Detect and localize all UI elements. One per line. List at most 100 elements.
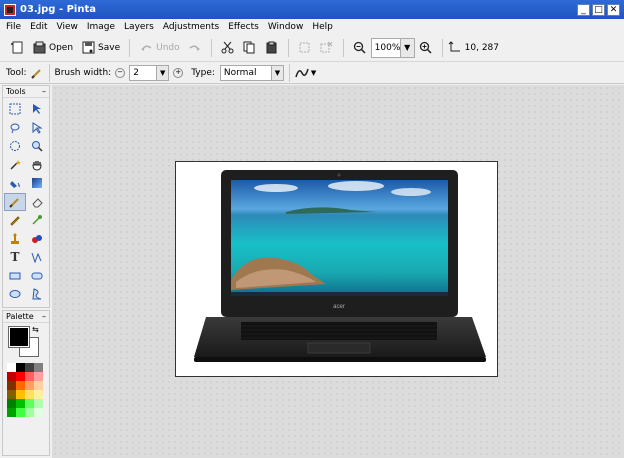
palette-swatch[interactable] bbox=[25, 390, 34, 399]
menu-view[interactable]: View bbox=[57, 22, 78, 32]
palette-swatch[interactable] bbox=[7, 390, 16, 399]
redo-icon bbox=[188, 41, 202, 55]
text-tool[interactable]: T bbox=[4, 248, 26, 267]
paste-button[interactable] bbox=[261, 37, 283, 59]
clone-stamp-tool[interactable] bbox=[4, 230, 26, 249]
freeform-shape-tool[interactable] bbox=[26, 285, 48, 304]
swap-colors-icon[interactable]: ⇆ bbox=[32, 325, 39, 334]
brush-width-input[interactable]: 2 bbox=[129, 64, 158, 81]
zoom-in-icon bbox=[419, 41, 433, 55]
deselect-button[interactable] bbox=[316, 37, 338, 59]
palette-swatch[interactable] bbox=[16, 363, 25, 372]
pan-tool[interactable] bbox=[26, 156, 48, 175]
rectangle-tool[interactable] bbox=[4, 267, 26, 286]
zoom-dropdown-button[interactable]: ▼ bbox=[400, 37, 415, 58]
brush-type-dropdown[interactable]: ▼ bbox=[271, 64, 284, 81]
ellipse-tool[interactable] bbox=[4, 285, 26, 304]
move-selection-tool[interactable] bbox=[26, 119, 48, 138]
recolor-tool[interactable] bbox=[26, 230, 48, 249]
palette-swatch[interactable] bbox=[7, 381, 16, 390]
eraser-icon bbox=[32, 198, 43, 208]
undo-label: Undo bbox=[156, 42, 180, 53]
copy-button[interactable] bbox=[239, 37, 261, 59]
palette-panel: Palette – ⇆ bbox=[2, 310, 50, 456]
cut-button[interactable] bbox=[217, 37, 239, 59]
primary-color-swatch[interactable] bbox=[8, 326, 30, 348]
menu-effects[interactable]: Effects bbox=[228, 22, 259, 32]
palette-swatch[interactable] bbox=[16, 381, 25, 390]
move-selected-tool[interactable] bbox=[26, 100, 48, 119]
crop-to-selection-button[interactable] bbox=[294, 37, 316, 59]
save-button[interactable]: Save bbox=[77, 37, 124, 59]
close-button[interactable]: ✕ bbox=[607, 3, 620, 16]
zoom-input[interactable]: 100% bbox=[370, 37, 401, 58]
paintbrush-icon[interactable] bbox=[30, 66, 44, 80]
zoom-in-button[interactable] bbox=[415, 37, 437, 59]
palette-swatch[interactable] bbox=[34, 372, 43, 381]
rectangle-select-tool[interactable] bbox=[4, 100, 26, 119]
collapse-icon[interactable]: – bbox=[42, 87, 46, 96]
gradient-icon bbox=[32, 178, 42, 189]
rounded-rectangle-tool[interactable] bbox=[26, 267, 48, 286]
palette-swatch[interactable] bbox=[34, 399, 43, 408]
brush-width-dropdown[interactable]: ▼ bbox=[157, 64, 170, 81]
paintbrush-tool[interactable] bbox=[4, 192, 26, 211]
text-icon: T bbox=[10, 250, 20, 265]
menu-image[interactable]: Image bbox=[87, 22, 115, 32]
menu-edit[interactable]: Edit bbox=[30, 22, 47, 32]
tool-options-bar: Tool: Brush width: − 2 ▼ + Type: Normal … bbox=[0, 62, 624, 84]
eraser-tool[interactable] bbox=[26, 193, 48, 212]
chevron-down-icon[interactable]: ▼ bbox=[311, 69, 316, 77]
open-button[interactable]: Open bbox=[28, 37, 77, 59]
palette-swatch[interactable] bbox=[34, 408, 43, 417]
palette-swatch[interactable] bbox=[25, 372, 34, 381]
image-canvas[interactable]: acer bbox=[175, 161, 498, 377]
palette-swatch[interactable] bbox=[7, 372, 16, 381]
rectangle-select-icon bbox=[9, 103, 21, 115]
menu-file[interactable]: File bbox=[6, 22, 21, 32]
hand-icon bbox=[32, 160, 42, 171]
palette-swatch[interactable] bbox=[25, 408, 34, 417]
palette-swatch[interactable] bbox=[7, 363, 16, 372]
antialiasing-icon[interactable] bbox=[295, 66, 309, 80]
palette-swatch[interactable] bbox=[16, 390, 25, 399]
lasso-select-tool[interactable] bbox=[4, 119, 26, 138]
menu-layers[interactable]: Layers bbox=[124, 22, 154, 32]
ellipse-select-tool[interactable] bbox=[4, 137, 26, 156]
new-image-button[interactable] bbox=[6, 37, 28, 59]
palette-swatch[interactable] bbox=[7, 408, 16, 417]
brush-type-select[interactable]: Normal bbox=[219, 64, 272, 81]
palette-swatch[interactable] bbox=[34, 363, 43, 372]
maximize-button[interactable]: □ bbox=[592, 3, 605, 16]
zoom-tool[interactable] bbox=[26, 137, 48, 156]
decrease-width-button[interactable]: − bbox=[115, 67, 126, 78]
palette-swatch[interactable] bbox=[34, 381, 43, 390]
undo-button[interactable]: Undo bbox=[135, 37, 184, 59]
zoom-out-button[interactable] bbox=[349, 37, 371, 59]
palette-swatch[interactable] bbox=[25, 399, 34, 408]
redo-button[interactable] bbox=[184, 37, 206, 59]
gradient-tool[interactable] bbox=[26, 174, 48, 193]
palette-swatch[interactable] bbox=[16, 399, 25, 408]
palette-swatch[interactable] bbox=[34, 390, 43, 399]
magic-wand-tool[interactable] bbox=[4, 156, 26, 175]
move-selected-icon bbox=[33, 104, 41, 115]
palette-swatch[interactable] bbox=[16, 372, 25, 381]
palette-swatch[interactable] bbox=[25, 363, 34, 372]
menu-window[interactable]: Window bbox=[268, 22, 304, 32]
collapse-icon[interactable]: – bbox=[42, 312, 46, 321]
brush-width-label: Brush width: bbox=[54, 67, 112, 78]
menu-adjustments[interactable]: Adjustments bbox=[163, 22, 219, 32]
palette-swatch[interactable] bbox=[16, 408, 25, 417]
palette-swatch[interactable] bbox=[25, 381, 34, 390]
color-picker-tool[interactable] bbox=[26, 211, 48, 230]
line-curve-tool[interactable] bbox=[26, 248, 48, 267]
menu-help[interactable]: Help bbox=[312, 22, 333, 32]
pencil-tool[interactable] bbox=[4, 211, 26, 230]
paint-bucket-tool[interactable] bbox=[4, 174, 26, 193]
canvas-area[interactable]: acer bbox=[52, 85, 624, 458]
palette-swatch[interactable] bbox=[7, 399, 16, 408]
palette-panel-title: Palette bbox=[6, 312, 34, 321]
minimize-button[interactable]: _ bbox=[577, 3, 590, 16]
increase-width-button[interactable]: + bbox=[173, 67, 184, 78]
